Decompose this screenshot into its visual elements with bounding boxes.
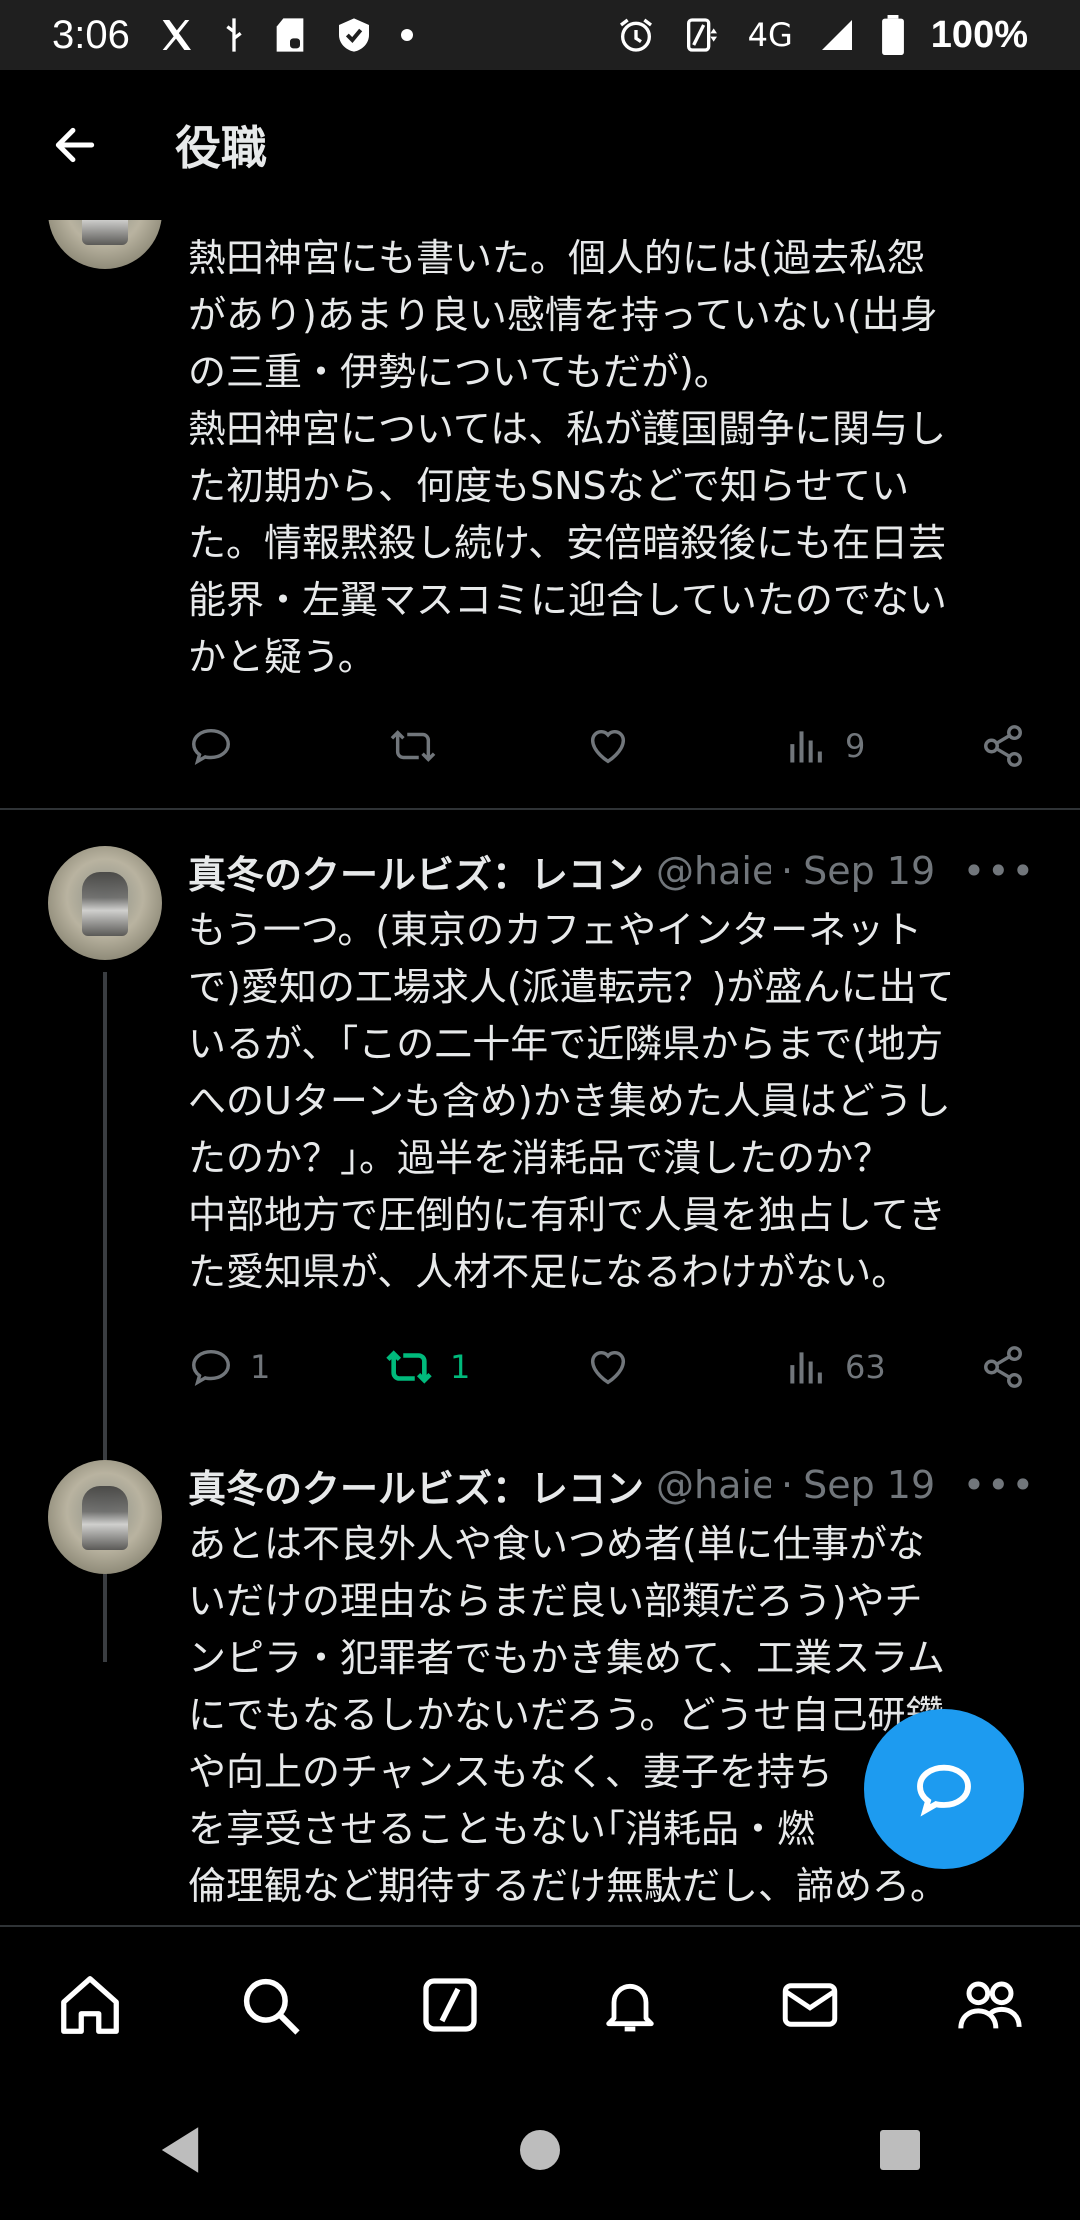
retweet-button[interactable] [388, 716, 454, 776]
nav-notifications[interactable] [580, 1955, 680, 2055]
tweet-date[interactable]: Sep 19 [803, 849, 935, 893]
alarm-icon [616, 15, 656, 55]
more-options-icon[interactable]: ••• [963, 1463, 1036, 1507]
chat-bubble-icon [917, 1764, 971, 1817]
battery-percent: 100% [930, 13, 1028, 56]
nav-grok[interactable] [400, 1955, 500, 2055]
usb-icon [222, 15, 246, 55]
tweet-date[interactable]: Sep 19 [803, 1463, 935, 1507]
system-home-button[interactable] [480, 2100, 600, 2200]
tweet-actions: 1 1 63 [188, 1337, 1040, 1397]
share-button[interactable] [980, 1337, 1026, 1397]
heart-icon [590, 1350, 626, 1385]
retweet-icon [386, 1350, 432, 1384]
tweet-text: 熱田神宮にも書いた。個人的には(過去私怨 があり)あまり良い感情を持っていない(… [188, 236, 947, 679]
network-type: 4G [747, 16, 793, 54]
views-count: 9 [845, 727, 866, 765]
like-button[interactable] [585, 1337, 647, 1397]
status-time: 3:06 [52, 12, 130, 57]
system-back-button[interactable] [120, 2100, 240, 2200]
shield-icon [334, 15, 374, 55]
share-button[interactable] [980, 716, 1026, 776]
back-button[interactable] [40, 110, 110, 180]
tweet-divider [0, 808, 1080, 810]
tweet-meta: 真冬のクールビズ：レコン @haie · Sep 19 ••• [188, 1455, 1068, 1515]
app-header: 役職 [0, 70, 1080, 220]
home-circle-icon [520, 2130, 560, 2170]
search-icon [243, 1978, 300, 2035]
arrow-left-icon [55, 127, 95, 163]
bottom-navigation [0, 1925, 1080, 2082]
reply-icon [192, 1349, 230, 1386]
dot-icon [400, 28, 414, 42]
retweet-count: 1 [450, 1348, 471, 1386]
views-count: 63 [845, 1348, 886, 1386]
recents-square-icon [880, 2130, 920, 2170]
retweet-icon [390, 730, 436, 762]
tweet-text: もう一つ。(東京のカフェやインターネット で)愛知の工場求人(派遣転売？)が盛ん… [188, 908, 955, 1294]
mail-icon [782, 1982, 838, 2027]
page-title: 役職 [175, 121, 267, 175]
share-icon [984, 1346, 1022, 1388]
reply-button[interactable]: 1 [188, 1337, 270, 1397]
signal-icon [819, 17, 855, 53]
more-options-icon[interactable]: ••• [963, 849, 1036, 893]
display-name[interactable]: 真冬のクールビズ：レコン [188, 1458, 644, 1513]
avatar[interactable] [48, 846, 162, 960]
status-bar: 3:06 4G 100% [0, 0, 1080, 70]
meta-separator: · [781, 849, 794, 893]
system-recents-button[interactable] [840, 2100, 960, 2200]
views-button[interactable]: 9 [785, 716, 865, 776]
avatar[interactable] [48, 1460, 162, 1574]
data-saver-icon [682, 15, 722, 55]
compose-button[interactable] [864, 1709, 1024, 1869]
timeline[interactable]: 熱田神宮にも書いた。個人的には(過去私怨 があり)あまり良い感情を持っていない(… [0, 220, 1080, 1925]
avatar[interactable] [48, 220, 162, 269]
communities-icon [958, 1981, 1022, 2029]
share-icon [984, 725, 1022, 767]
back-triangle-icon [161, 2127, 199, 2173]
reply-count: 1 [250, 1348, 271, 1386]
grok-icon [423, 1977, 477, 2032]
heart-icon [590, 729, 626, 764]
user-handle[interactable]: @haie [656, 849, 771, 893]
bell-icon [606, 1983, 654, 2031]
nav-home[interactable] [40, 1955, 140, 2055]
display-name[interactable]: 真冬のクールビズ：レコン [188, 844, 644, 899]
system-navigation [0, 2080, 1080, 2220]
tweet-meta: 真冬のクールビズ：レコン @haie · Sep 19 ••• [188, 841, 1068, 901]
nav-messages[interactable] [760, 1955, 860, 2055]
views-button[interactable]: 63 [785, 1337, 886, 1397]
tweet-actions: 9 [188, 716, 1040, 776]
retweet-button[interactable]: 1 [384, 1337, 470, 1397]
battery-icon [881, 15, 905, 55]
nav-search[interactable] [220, 1955, 320, 2055]
reply-icon [192, 728, 230, 765]
analytics-icon [790, 1352, 822, 1384]
analytics-icon [790, 731, 822, 763]
sd-card-icon [272, 15, 308, 55]
meta-separator: · [781, 1463, 794, 1507]
x-icon [156, 15, 196, 55]
user-handle[interactable]: @haie [656, 1463, 771, 1507]
reply-button[interactable] [188, 716, 250, 776]
like-button[interactable] [585, 716, 647, 776]
home-icon [61, 1975, 119, 2034]
nav-communities[interactable] [940, 1955, 1040, 2055]
